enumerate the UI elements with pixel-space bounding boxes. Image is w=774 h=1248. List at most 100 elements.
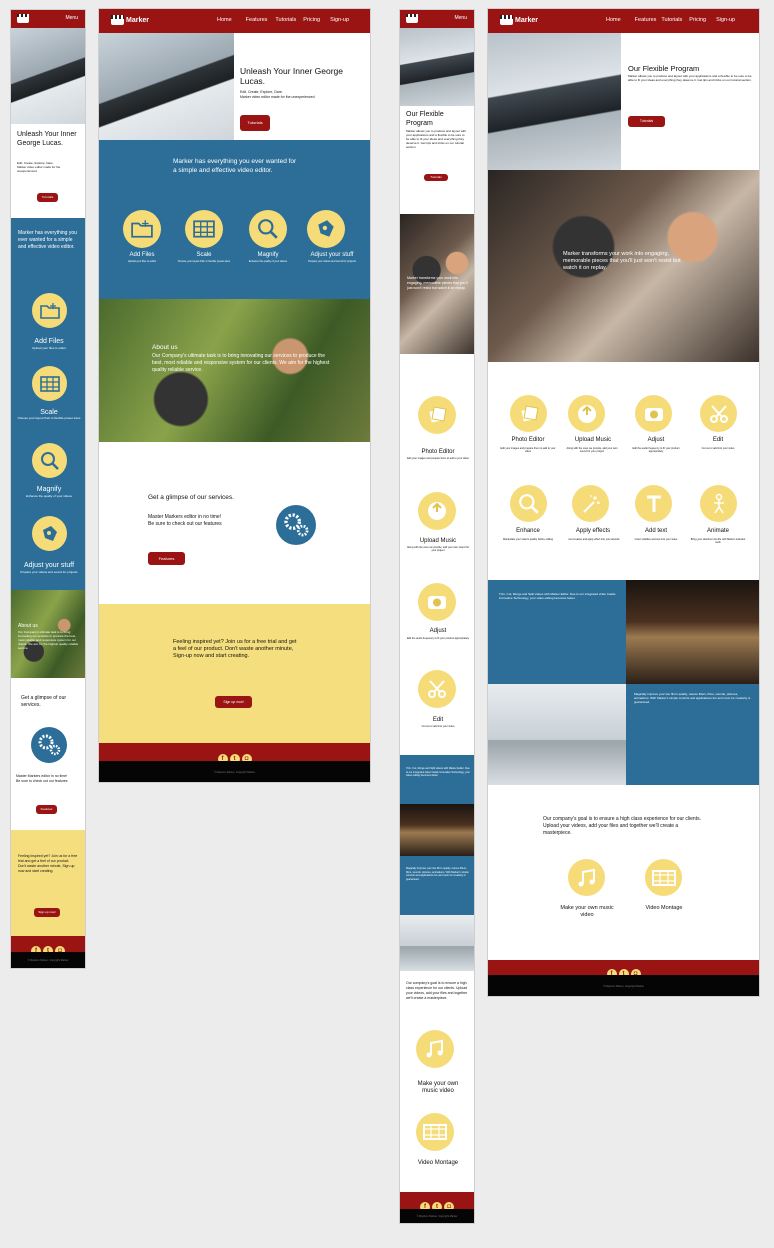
copyright-bar: © Mayhem Marker, Copyright Marker <box>11 952 85 968</box>
service-title: Make your own music video <box>560 905 614 918</box>
desktop-navbar: Marker Home Features Tutorials Pricing S… <box>99 9 370 33</box>
feature-title: Add Files <box>34 338 64 345</box>
features-intro: Marker has everything you ever wanted fo… <box>18 230 77 250</box>
hero-subtitle: Marker allows you to produce and layout … <box>406 129 467 149</box>
tool-title: Animate <box>706 528 729 534</box>
camera-icon <box>418 583 456 621</box>
tool-title: Apply effects <box>575 528 611 534</box>
menu-button[interactable]: Menu <box>65 15 78 21</box>
services-title: Get a glimpse of our services. <box>148 494 234 501</box>
feature-desc: Enhance the quality of your videos <box>26 494 72 498</box>
feature-title: Adjust your stuff <box>23 562 75 569</box>
services-text: Master Markers editor in no time! Be sur… <box>16 774 68 783</box>
tool-title: Upload Music <box>574 437 612 443</box>
tutorials-button[interactable]: Tutorials <box>628 116 665 127</box>
features-button[interactable]: Features <box>148 552 185 565</box>
tutorials-button[interactable]: Tutorials <box>424 174 448 181</box>
tool-desc: Cut out or add into your video <box>701 447 735 450</box>
feature-title: Add Files <box>129 252 155 258</box>
glasses-text: Magically improve your two film's qualit… <box>406 867 469 881</box>
glasses-image <box>400 915 474 971</box>
glasses-section: Magically improve your two film's qualit… <box>626 684 759 785</box>
service-title: Video Montage <box>417 1160 459 1166</box>
feature-desc: Upload your files to editor <box>31 346 67 350</box>
nav-tutorials[interactable]: Tutorials <box>661 17 682 23</box>
services-title: Get a glimpse of our services. <box>21 695 67 708</box>
tutorials-button[interactable]: Tutorials <box>37 193 58 202</box>
upload-music-icon <box>568 395 605 432</box>
hero-subtitle: Marker allows you to produce and layout … <box>628 74 752 82</box>
features-section: Marker has everything you ever wanted fo… <box>11 218 85 590</box>
features-intro: Marker has everything you ever wanted fo… <box>173 158 297 174</box>
tool-desc: Manipulate your video's quality before e… <box>503 538 553 541</box>
features-button[interactable]: Features <box>36 805 57 814</box>
crew-text: Marker transforms your work into engagin… <box>407 276 468 290</box>
tool-desc: Along with the ones we provide, add your… <box>406 546 470 552</box>
grid-icon <box>32 366 67 401</box>
artboard-mobile-features: Menu Our Flexible Program Marker allows … <box>399 9 475 1224</box>
menu-button[interactable]: Menu <box>454 15 467 21</box>
nav-home[interactable]: Home <box>217 17 232 23</box>
film-icon <box>416 1113 454 1151</box>
nav-signup[interactable]: Sign-up <box>716 17 735 23</box>
photos-icon <box>510 395 547 432</box>
tool-title: Upload Music <box>419 538 457 544</box>
clapperboard-icon <box>500 15 513 25</box>
cta-text: Feeling inspired yet? Join us for a free… <box>173 639 297 659</box>
logo[interactable]: Marker <box>500 15 538 25</box>
stickman-icon <box>700 485 737 522</box>
folder-plus-icon <box>32 293 67 328</box>
mobile-navbar: Menu <box>11 10 85 28</box>
feature-title: Adjust your stuff <box>310 252 354 258</box>
hero-subtitle: Edit, Create, Explore, Dare. Marker vide… <box>17 161 61 173</box>
hero-title: Our Flexible Program <box>406 111 444 127</box>
nav-pricing[interactable]: Pricing <box>689 17 706 23</box>
about-title: About us <box>152 344 178 351</box>
tool-desc: Edit your images and prepare them to add… <box>500 447 556 453</box>
nav-features[interactable]: Features <box>246 17 268 23</box>
brand-name: Marker <box>515 16 538 24</box>
copyright-bar: © Mayhem Marker, Copyright Marker <box>99 761 370 782</box>
scissors-icon <box>418 670 456 708</box>
feature-title: Scale <box>196 252 212 258</box>
tool-title: Add text <box>644 528 667 534</box>
tutorials-button[interactable]: Tutorials <box>240 115 270 131</box>
nav-features[interactable]: Features <box>635 17 657 23</box>
nav-signup[interactable]: Sign-up <box>330 17 349 23</box>
studio-image <box>400 804 474 856</box>
mobile-navbar: Menu <box>400 10 474 28</box>
nav-pricing[interactable]: Pricing <box>303 17 320 23</box>
tool-title: Enhance <box>516 528 540 534</box>
glasses-image <box>488 684 626 785</box>
signup-button[interactable]: Sign up now! <box>215 696 252 708</box>
signup-button[interactable]: Sign up now! <box>34 908 60 917</box>
adjust-icon <box>307 210 345 248</box>
services-text: Master Markers editor in no time! Be sur… <box>148 514 222 527</box>
film-icon <box>645 859 682 896</box>
feature-desc: Choose your layout Pain in flexible pres… <box>177 260 231 263</box>
hero-image <box>400 28 474 106</box>
clapperboard-icon <box>406 14 418 23</box>
music-notes-icon <box>568 859 605 896</box>
copyright-bar: © Mayhem Marker, Copyright Marker <box>488 975 759 996</box>
logo[interactable] <box>406 14 418 23</box>
nav-links: Home Features Tutorials Pricing Sign-up <box>606 17 735 23</box>
artboard-desktop-home: Marker Home Features Tutorials Pricing S… <box>98 8 371 783</box>
scissors-icon <box>700 395 737 432</box>
brand-name: Marker <box>126 16 149 24</box>
nav-home[interactable]: Home <box>606 17 621 23</box>
feature-title: Scale <box>40 409 58 416</box>
feature-desc: Upload your files to editor <box>127 260 157 263</box>
logo[interactable]: Marker <box>111 15 149 25</box>
text-icon <box>635 485 672 522</box>
clapperboard-icon <box>17 14 29 23</box>
tool-title: Photo Editor <box>421 449 455 455</box>
about-section: About us Our Company's ultimate task is … <box>11 590 85 678</box>
logo[interactable] <box>17 14 29 23</box>
goal-text: Our company's goal is to ensure a high c… <box>406 981 468 1000</box>
nav-tutorials[interactable]: Tutorials <box>275 17 296 23</box>
tool-desc: Bring your sketches into life with Marke… <box>690 538 746 544</box>
about-section: About us Our Company's ultimate task is … <box>99 299 370 442</box>
feature-desc: Prepare your videos and sound for projec… <box>308 260 356 263</box>
about-text: Our Company's ultimate task is to bring … <box>18 630 79 650</box>
